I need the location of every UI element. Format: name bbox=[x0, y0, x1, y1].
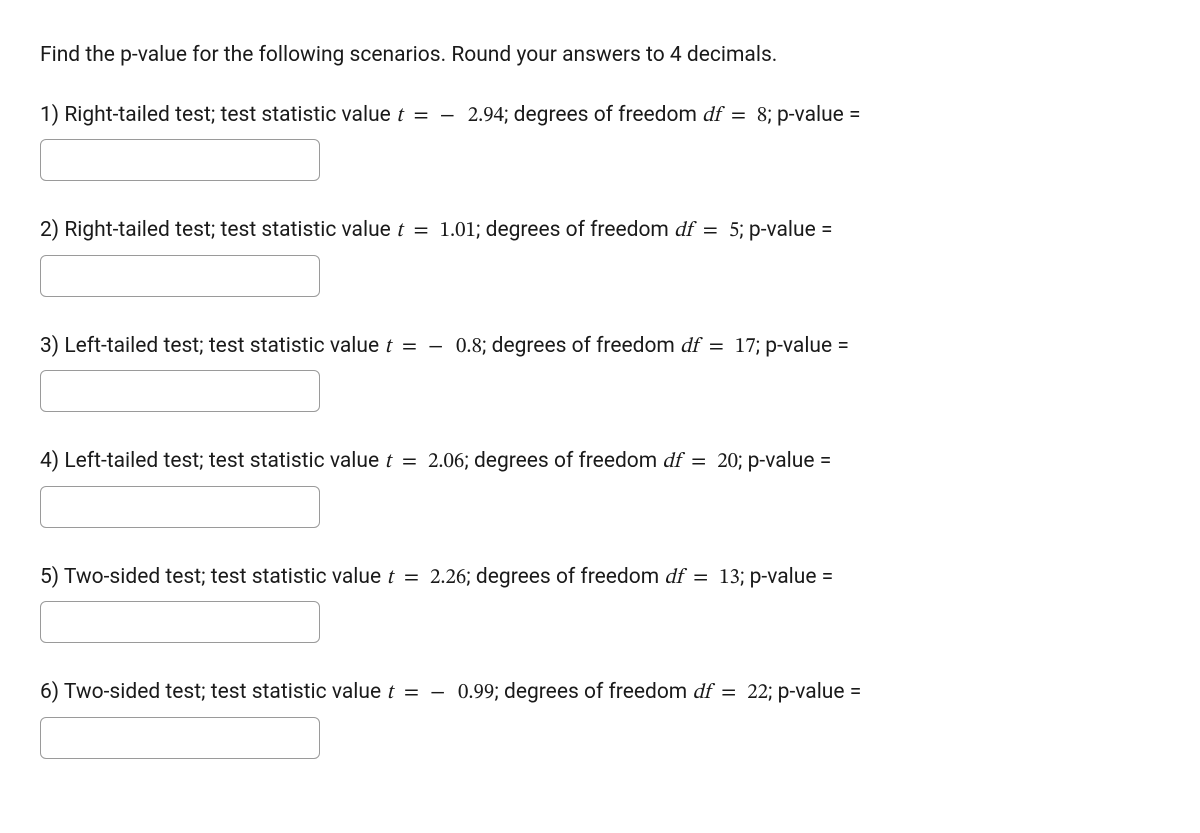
t-variable: t bbox=[386, 682, 393, 703]
df-variable: df bbox=[664, 567, 682, 588]
answer-input-3[interactable] bbox=[40, 370, 320, 412]
equals-sign: = bbox=[403, 220, 440, 241]
t-value: 0.99 bbox=[458, 682, 494, 703]
pvalue-label: ; p-value = bbox=[740, 565, 833, 589]
test-type: Two-sided test; bbox=[64, 680, 211, 704]
pvalue-label: ; p-value = bbox=[768, 680, 861, 704]
pvalue-label: ; p-value = bbox=[739, 218, 832, 242]
question-6: 6) Two-sided test; test statistic value … bbox=[40, 677, 1160, 759]
df-value: 13 bbox=[719, 567, 740, 588]
answer-input-6[interactable] bbox=[40, 717, 320, 759]
question-2: 2) Right-tailed test; test statistic val… bbox=[40, 215, 1160, 297]
question-number: 6) bbox=[40, 680, 64, 704]
df-label: ; degrees of freedom bbox=[476, 218, 674, 242]
test-stat-label: test statistic value bbox=[220, 103, 396, 127]
question-1: 1) Right-tailed test; test statistic val… bbox=[40, 100, 1160, 182]
df-variable: df bbox=[674, 220, 692, 241]
df-label: ; degrees of freedom bbox=[494, 680, 692, 704]
df-variable: df bbox=[702, 105, 720, 126]
test-type: Left-tailed test; bbox=[64, 334, 208, 358]
question-number: 4) bbox=[40, 449, 64, 473]
question-5-text: 5) Two-sided test; test statistic value … bbox=[40, 562, 1160, 594]
answer-input-5[interactable] bbox=[40, 601, 320, 643]
answer-input-2[interactable] bbox=[40, 255, 320, 297]
df-equals-sign: = bbox=[682, 567, 719, 588]
question-5: 5) Two-sided test; test statistic value … bbox=[40, 562, 1160, 644]
t-variable: t bbox=[396, 220, 403, 241]
t-value: 2.06 bbox=[428, 451, 464, 472]
question-4-text: 4) Left-tailed test; test statistic valu… bbox=[40, 446, 1160, 478]
df-label: ; degrees of freedom bbox=[504, 103, 702, 127]
question-6-text: 6) Two-sided test; test statistic value … bbox=[40, 677, 1160, 709]
df-value: 20 bbox=[717, 451, 738, 472]
df-equals-sign: = bbox=[710, 682, 747, 703]
df-equals-sign: = bbox=[698, 336, 735, 357]
equals-sign: = bbox=[393, 567, 430, 588]
question-1-text: 1) Right-tailed test; test statistic val… bbox=[40, 100, 1160, 132]
t-variable: t bbox=[384, 451, 391, 472]
answer-input-1[interactable] bbox=[40, 139, 320, 181]
question-3-text: 3) Left-tailed test; test statistic valu… bbox=[40, 331, 1160, 363]
test-stat-label: test statistic value bbox=[211, 565, 387, 589]
instructions-text: Find the p-value for the following scena… bbox=[40, 40, 1160, 72]
question-number: 2) bbox=[40, 218, 64, 242]
test-type: Left-tailed test; bbox=[64, 449, 208, 473]
pvalue-label: ; p-value = bbox=[738, 449, 831, 473]
df-variable: df bbox=[662, 451, 680, 472]
test-stat-label: test statistic value bbox=[220, 218, 396, 242]
t-value: 2.26 bbox=[430, 567, 466, 588]
question-number: 5) bbox=[40, 565, 64, 589]
df-equals-sign: = bbox=[720, 105, 757, 126]
equals-sign: = bbox=[391, 336, 428, 357]
test-type: Right-tailed test; bbox=[64, 218, 220, 242]
equals-sign: = bbox=[391, 451, 428, 472]
df-label: ; degrees of freedom bbox=[482, 334, 680, 358]
df-value: 17 bbox=[735, 336, 756, 357]
df-label: ; degrees of freedom bbox=[464, 449, 662, 473]
negative-sign: − bbox=[430, 682, 458, 703]
question-number: 1) bbox=[40, 103, 64, 127]
df-value: 5 bbox=[729, 220, 739, 241]
df-variable: df bbox=[692, 682, 710, 703]
df-equals-sign: = bbox=[692, 220, 729, 241]
test-stat-label: test statistic value bbox=[211, 680, 387, 704]
df-value: 8 bbox=[757, 105, 767, 126]
t-variable: t bbox=[384, 336, 391, 357]
negative-sign: − bbox=[428, 336, 456, 357]
test-type: Two-sided test; bbox=[64, 565, 211, 589]
equals-sign: = bbox=[393, 682, 430, 703]
question-2-text: 2) Right-tailed test; test statistic val… bbox=[40, 215, 1160, 247]
t-value: 2.94 bbox=[468, 105, 504, 126]
question-3: 3) Left-tailed test; test statistic valu… bbox=[40, 331, 1160, 413]
equals-sign: = bbox=[403, 105, 440, 126]
t-value: 1.01 bbox=[440, 220, 476, 241]
test-type: Right-tailed test; bbox=[64, 103, 220, 127]
df-label: ; degrees of freedom bbox=[466, 565, 664, 589]
question-number: 3) bbox=[40, 334, 64, 358]
t-variable: t bbox=[396, 105, 403, 126]
t-value: 0.8 bbox=[456, 336, 482, 357]
answer-input-4[interactable] bbox=[40, 486, 320, 528]
df-variable: df bbox=[680, 336, 698, 357]
pvalue-label: ; p-value = bbox=[767, 103, 860, 127]
df-value: 22 bbox=[747, 682, 768, 703]
negative-sign: − bbox=[440, 105, 468, 126]
df-equals-sign: = bbox=[680, 451, 717, 472]
pvalue-label: ; p-value = bbox=[756, 334, 849, 358]
t-variable: t bbox=[386, 567, 393, 588]
question-4: 4) Left-tailed test; test statistic valu… bbox=[40, 446, 1160, 528]
test-stat-label: test statistic value bbox=[209, 449, 385, 473]
test-stat-label: test statistic value bbox=[209, 334, 385, 358]
